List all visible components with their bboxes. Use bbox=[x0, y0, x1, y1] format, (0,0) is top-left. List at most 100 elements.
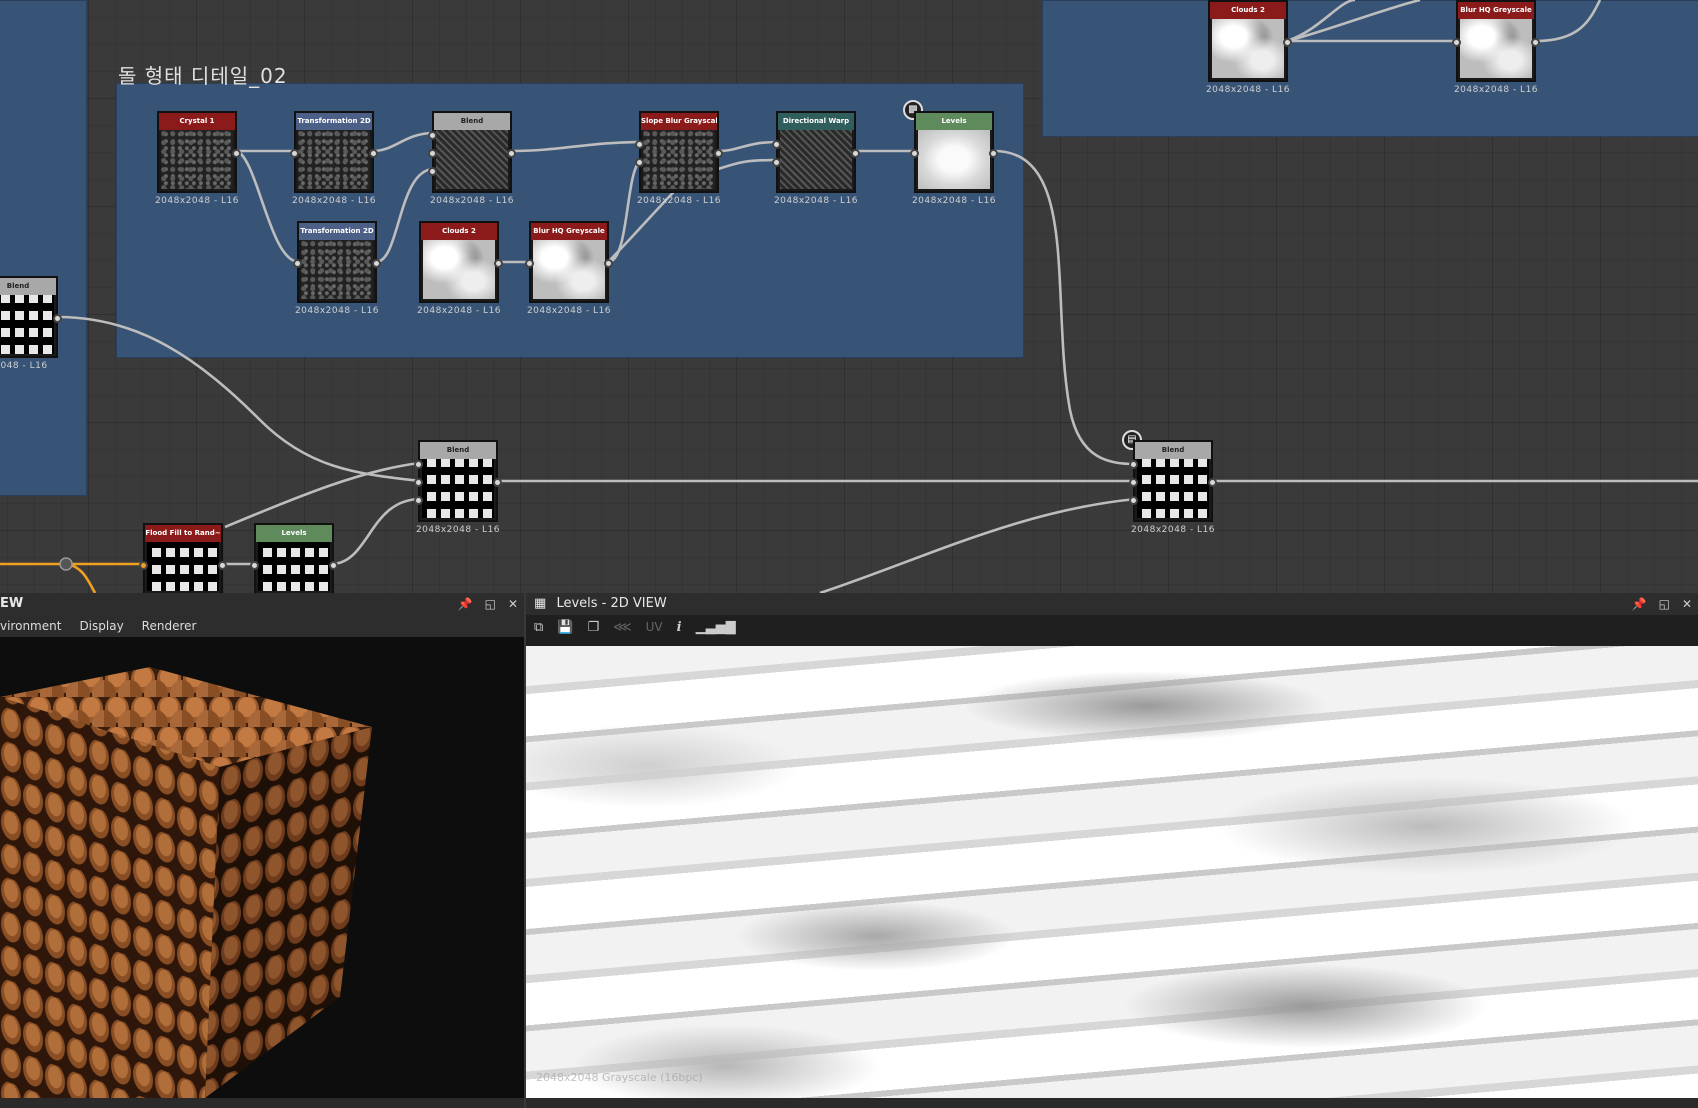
node-thumbnail bbox=[423, 240, 495, 299]
node-clouds-2-b[interactable]: Clouds 2 2048x2048 - L16 bbox=[1206, 0, 1292, 95]
input-port[interactable] bbox=[1129, 496, 1138, 505]
node-resolution: 2048x2048 - L16 bbox=[1205, 85, 1291, 95]
input-port[interactable] bbox=[290, 149, 299, 158]
output-port[interactable] bbox=[493, 478, 502, 487]
node-graph-canvas[interactable]: 돌 형태 디테일_02 Crystal 1 2048x2048 - L16 Tr… bbox=[0, 0, 1698, 593]
output-port[interactable] bbox=[1283, 38, 1292, 47]
node-title: Directional Warp bbox=[778, 113, 854, 130]
node-flood-fill-to-random[interactable]: Flood Fill to Rand~ bbox=[139, 523, 227, 593]
input-port[interactable] bbox=[293, 259, 302, 268]
output-port[interactable] bbox=[218, 561, 227, 570]
pin-icon[interactable]: 📌 bbox=[458, 593, 473, 615]
output-port[interactable] bbox=[1531, 38, 1540, 47]
panel-2d-title: Levels - 2D VIEW bbox=[556, 596, 667, 611]
node-blend-a[interactable]: Blend 2048x2048 - L16 bbox=[428, 111, 516, 206]
node-blend-mid[interactable]: Blend 2048x2048 - L16 bbox=[414, 440, 502, 535]
node-directional-warp[interactable]: Directional Warp 2048x2048 - L16 bbox=[772, 111, 860, 206]
save-icon[interactable]: 💾 bbox=[557, 620, 573, 635]
node-title: Flood Fill to Rand~ bbox=[145, 525, 221, 542]
node-title: Transformation 2D bbox=[296, 113, 372, 130]
input-port[interactable] bbox=[414, 460, 423, 469]
input-port[interactable] bbox=[635, 140, 644, 149]
histogram-icon[interactable]: ▁▃▅▇ bbox=[696, 620, 736, 635]
input-port[interactable] bbox=[250, 561, 259, 570]
node-title: Slope Blur Grayscale bbox=[641, 113, 717, 130]
node-thumbnail bbox=[436, 130, 508, 189]
panel-3d-controls: 📌 ◱ ✕ bbox=[458, 593, 518, 615]
close-icon[interactable]: ✕ bbox=[1682, 593, 1692, 615]
node-resolution: 2048x2048 - L16 bbox=[416, 306, 502, 316]
input-port[interactable] bbox=[772, 158, 781, 167]
3d-viewport[interactable] bbox=[0, 637, 524, 1098]
node-thumbnail bbox=[258, 542, 330, 591]
node-resolution: 2048x2048 - L16 bbox=[911, 196, 997, 206]
copy-icon[interactable]: ❐ bbox=[587, 620, 599, 635]
input-port[interactable] bbox=[428, 149, 437, 158]
node-thumbnail bbox=[298, 130, 370, 189]
node-blend-right[interactable]: Blend 2048x2048 - L16 bbox=[1129, 440, 1217, 535]
node-blur-hq-greyscale-b[interactable]: Blur HQ Greyscale 2048x2048 - L16 bbox=[1452, 0, 1540, 95]
input-port[interactable] bbox=[1129, 460, 1138, 469]
node-levels-b[interactable]: Levels bbox=[250, 523, 338, 593]
node-resolution: 2048x2048 - L16 bbox=[291, 196, 377, 206]
output-port[interactable] bbox=[851, 149, 860, 158]
node-transformation-2d-a[interactable]: Transformation 2D 2048x2048 - L16 bbox=[290, 111, 378, 206]
output-port[interactable] bbox=[989, 149, 998, 158]
input-port[interactable] bbox=[428, 131, 437, 140]
2d-texture-view[interactable]: 2048x2048 Grayscale (16bpc) bbox=[526, 646, 1698, 1098]
uv-dropdown[interactable]: UV bbox=[646, 620, 663, 634]
output-port[interactable] bbox=[604, 259, 613, 268]
menu-environment[interactable]: vironment bbox=[0, 615, 61, 637]
output-port[interactable] bbox=[507, 149, 516, 158]
share-icon[interactable]: ⋘ bbox=[613, 620, 632, 635]
output-port[interactable] bbox=[494, 259, 503, 268]
maximize-icon[interactable]: ◱ bbox=[485, 593, 496, 615]
input-port[interactable] bbox=[414, 478, 423, 487]
node-blur-hq-greyscale-a[interactable]: Blur HQ Greyscale 2048x2048 - L16 bbox=[525, 221, 613, 316]
menu-renderer[interactable]: Renderer bbox=[142, 615, 197, 637]
close-icon[interactable]: ✕ bbox=[508, 593, 518, 615]
pin-icon[interactable]: 📌 bbox=[1632, 593, 1647, 615]
input-port[interactable] bbox=[772, 140, 781, 149]
maximize-icon[interactable]: ◱ bbox=[1659, 593, 1670, 615]
node-thumbnail bbox=[780, 130, 852, 189]
node-title: Crystal 1 bbox=[159, 113, 235, 130]
node-title: Blend bbox=[0, 278, 56, 295]
input-port[interactable] bbox=[1452, 38, 1461, 47]
panel-3d-footer bbox=[0, 1098, 524, 1108]
menu-display[interactable]: Display bbox=[79, 615, 123, 637]
output-port[interactable] bbox=[329, 561, 338, 570]
input-port[interactable] bbox=[1129, 478, 1138, 487]
node-thumbnail bbox=[1460, 19, 1532, 78]
node-title: Clouds 2 bbox=[421, 223, 497, 240]
copy-view-icon[interactable]: ⧉ bbox=[534, 620, 543, 635]
node-slope-blur-grayscale[interactable]: Slope Blur Grayscale 2048x2048 - L16 bbox=[635, 111, 723, 206]
panel-3d-view: EW 📌 ◱ ✕ vironment Display Renderer bbox=[0, 593, 524, 1108]
node-levels-a[interactable]: Levels 2048x2048 - L16 bbox=[910, 111, 998, 206]
input-port[interactable] bbox=[525, 259, 534, 268]
input-port[interactable] bbox=[910, 149, 919, 158]
node-clouds-2-a[interactable]: Clouds 2 2048x2048 - L16 bbox=[417, 221, 503, 316]
info-icon[interactable]: i bbox=[677, 620, 682, 635]
node-blend-left[interactable]: Blend x2048 - L16 bbox=[0, 276, 62, 371]
input-port[interactable] bbox=[635, 158, 644, 167]
node-resolution: 2048x2048 - L16 bbox=[773, 196, 859, 206]
node-resolution: x2048 - L16 bbox=[0, 361, 48, 371]
output-port[interactable] bbox=[372, 259, 381, 268]
input-port[interactable] bbox=[428, 167, 437, 176]
node-crystal-1[interactable]: Crystal 1 2048x2048 - L16 bbox=[155, 111, 241, 206]
node-transformation-2d-b[interactable]: Transformation 2D 2048x2048 - L16 bbox=[293, 221, 381, 316]
node-resolution: 2048x2048 - L16 bbox=[526, 306, 612, 316]
node-thumbnail bbox=[147, 542, 219, 591]
node-thumbnail bbox=[643, 130, 715, 189]
panel-2d-view: ▦ Levels - 2D VIEW 📌 ◱ ✕ ⧉ 💾 ❐ ⋘ UV i ▁▃… bbox=[526, 593, 1698, 1108]
input-port[interactable] bbox=[139, 561, 148, 570]
node-thumbnail bbox=[533, 240, 605, 299]
node-thumbnail bbox=[422, 459, 494, 518]
output-port[interactable] bbox=[232, 149, 241, 158]
output-port[interactable] bbox=[53, 314, 62, 323]
output-port[interactable] bbox=[369, 149, 378, 158]
output-port[interactable] bbox=[1208, 478, 1217, 487]
input-port[interactable] bbox=[414, 496, 423, 505]
output-port[interactable] bbox=[714, 149, 723, 158]
